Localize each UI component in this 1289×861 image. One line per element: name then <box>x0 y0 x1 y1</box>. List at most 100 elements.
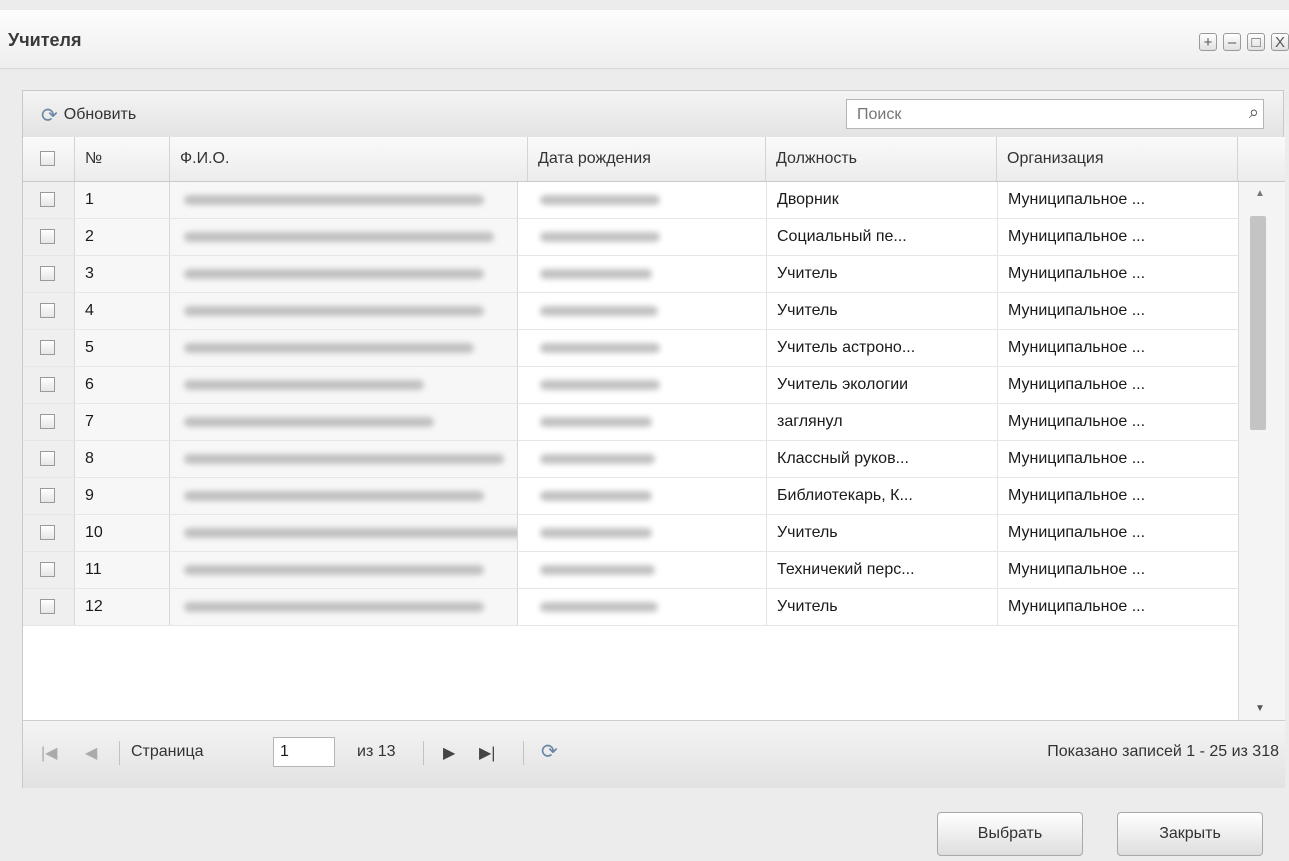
row-select-cell[interactable] <box>23 182 75 218</box>
row-checkbox[interactable] <box>40 599 55 614</box>
header-select-all[interactable] <box>23 137 75 181</box>
row-checkbox[interactable] <box>40 192 55 207</box>
cell-fio-redacted <box>170 219 518 255</box>
cell-organization: Муниципальное ... <box>997 441 1238 477</box>
first-page-icon[interactable]: |◀ <box>41 743 57 763</box>
row-checkbox[interactable] <box>40 562 55 577</box>
cell-num: 9 <box>75 478 170 514</box>
redaction-blur <box>184 417 434 427</box>
cell-birth-date-redacted <box>528 552 756 588</box>
cell-fio-redacted <box>170 182 518 218</box>
redaction-blur <box>540 195 660 205</box>
cell-birth-date-redacted <box>528 589 756 625</box>
grid-body: 1 Дворник Муниципальное ... 2 Социальный пе.… <box>23 182 1238 720</box>
table-row[interactable]: 8 Классный руков... Муниципальное ... <box>23 441 1238 478</box>
scroll-down-icon[interactable]: ▼ <box>1255 703 1265 714</box>
row-select-cell[interactable] <box>23 367 75 403</box>
search-input[interactable] <box>855 104 1219 126</box>
pager-separator <box>523 741 524 765</box>
table-row[interactable]: 12 Учитель Муниципальное ... <box>23 589 1238 626</box>
column-header-num[interactable]: № <box>75 137 170 181</box>
search-icon[interactable]: ⌕ <box>1249 102 1259 123</box>
page-number-input[interactable]: 1 <box>273 737 335 767</box>
table-row[interactable]: 6 Учитель экологии Муниципальное ... <box>23 367 1238 404</box>
table-row[interactable]: 4 Учитель Муниципальное ... <box>23 293 1238 330</box>
table-row[interactable]: 3 Учитель Муниципальное ... <box>23 256 1238 293</box>
column-header-birth-date[interactable]: Дата рождения <box>528 137 766 181</box>
redaction-blur <box>540 528 652 538</box>
row-checkbox[interactable] <box>40 525 55 540</box>
redaction-blur <box>540 454 655 464</box>
cell-position: Дворник <box>766 182 997 218</box>
pagination-bar: |◀ ◀ Страница 1 из 13 ▶ ▶| ⟳ Показано за… <box>23 720 1285 788</box>
pager-refresh-icon[interactable]: ⟳ <box>541 739 558 764</box>
row-checkbox[interactable] <box>40 229 55 244</box>
row-checkbox[interactable] <box>40 303 55 318</box>
cell-position: Учитель астроно... <box>766 330 997 366</box>
cell-organization: Муниципальное ... <box>997 367 1238 403</box>
row-select-cell[interactable] <box>23 330 75 366</box>
row-select-cell[interactable] <box>23 404 75 440</box>
row-checkbox[interactable] <box>40 266 55 281</box>
cell-num: 6 <box>75 367 170 403</box>
maximize-icon[interactable]: □ <box>1247 33 1265 51</box>
cell-fio-redacted <box>170 404 518 440</box>
redaction-blur <box>540 380 660 390</box>
cell-birth-date-redacted <box>528 293 756 329</box>
cell-fio-redacted <box>170 367 518 403</box>
column-header-organization[interactable]: Организация <box>997 137 1238 181</box>
redaction-blur <box>184 380 424 390</box>
title-bar[interactable]: Учителя + – □ X <box>0 10 1289 69</box>
cell-birth-date-redacted <box>528 219 756 255</box>
row-checkbox[interactable] <box>40 377 55 392</box>
redaction-blur <box>540 491 652 501</box>
row-checkbox[interactable] <box>40 451 55 466</box>
row-select-cell[interactable] <box>23 441 75 477</box>
table-row[interactable]: 10 Учитель Муниципальное ... <box>23 515 1238 552</box>
table-row[interactable]: 11 Техничекий перс... Муниципальное ... <box>23 552 1238 589</box>
cell-fio-redacted <box>170 330 518 366</box>
select-button[interactable]: Выбрать <box>937 812 1083 856</box>
cell-fio-redacted <box>170 293 518 329</box>
table-row[interactable]: 5 Учитель астроно... Муниципальное ... <box>23 330 1238 367</box>
records-summary: Показано записей 1 - 25 из 318 <box>1047 743 1279 760</box>
prev-page-icon[interactable]: ◀ <box>85 743 97 763</box>
column-header-position[interactable]: Должность <box>766 137 997 181</box>
close-button[interactable]: Закрыть <box>1117 812 1263 856</box>
cell-birth-date-redacted <box>528 478 756 514</box>
row-checkbox[interactable] <box>40 414 55 429</box>
vertical-scrollbar[interactable]: ▲ ▼ <box>1238 182 1285 720</box>
row-select-cell[interactable] <box>23 552 75 588</box>
redaction-blur <box>184 232 494 242</box>
scroll-up-icon[interactable]: ▲ <box>1255 188 1265 199</box>
table-row[interactable]: 7 заглянул Муниципальное ... <box>23 404 1238 441</box>
teachers-dialog: Учителя + – □ X ⟳ Обновить ⌕ № Ф.И.О. Да <box>0 0 1289 861</box>
close-icon[interactable]: X <box>1271 33 1289 51</box>
last-page-icon[interactable]: ▶| <box>479 743 495 763</box>
add-icon[interactable]: + <box>1199 33 1217 51</box>
table-row[interactable]: 2 Социальный пе... Муниципальное ... <box>23 219 1238 256</box>
next-page-icon[interactable]: ▶ <box>443 743 455 763</box>
cell-organization: Муниципальное ... <box>997 515 1238 551</box>
row-select-cell[interactable] <box>23 256 75 292</box>
row-select-cell[interactable] <box>23 293 75 329</box>
redaction-blur <box>184 528 517 538</box>
cell-position: заглянул <box>766 404 997 440</box>
row-select-cell[interactable] <box>23 515 75 551</box>
table-row[interactable]: 1 Дворник Муниципальное ... <box>23 182 1238 219</box>
minimize-icon[interactable]: – <box>1223 33 1241 51</box>
row-select-cell[interactable] <box>23 478 75 514</box>
scroll-thumb[interactable] <box>1250 216 1266 430</box>
table-row[interactable]: 9 Библиотекарь, К... Муниципальное ... <box>23 478 1238 515</box>
page-count: из 13 <box>357 743 396 760</box>
cell-organization: Муниципальное ... <box>997 293 1238 329</box>
redaction-blur <box>184 491 484 501</box>
row-checkbox[interactable] <box>40 488 55 503</box>
refresh-button[interactable]: ⟳ Обновить <box>41 103 136 127</box>
column-header-fio[interactable]: Ф.И.О. <box>170 137 528 181</box>
row-select-cell[interactable] <box>23 589 75 625</box>
cell-position: Классный руков... <box>766 441 997 477</box>
row-checkbox[interactable] <box>40 340 55 355</box>
select-all-checkbox[interactable] <box>40 151 55 166</box>
row-select-cell[interactable] <box>23 219 75 255</box>
